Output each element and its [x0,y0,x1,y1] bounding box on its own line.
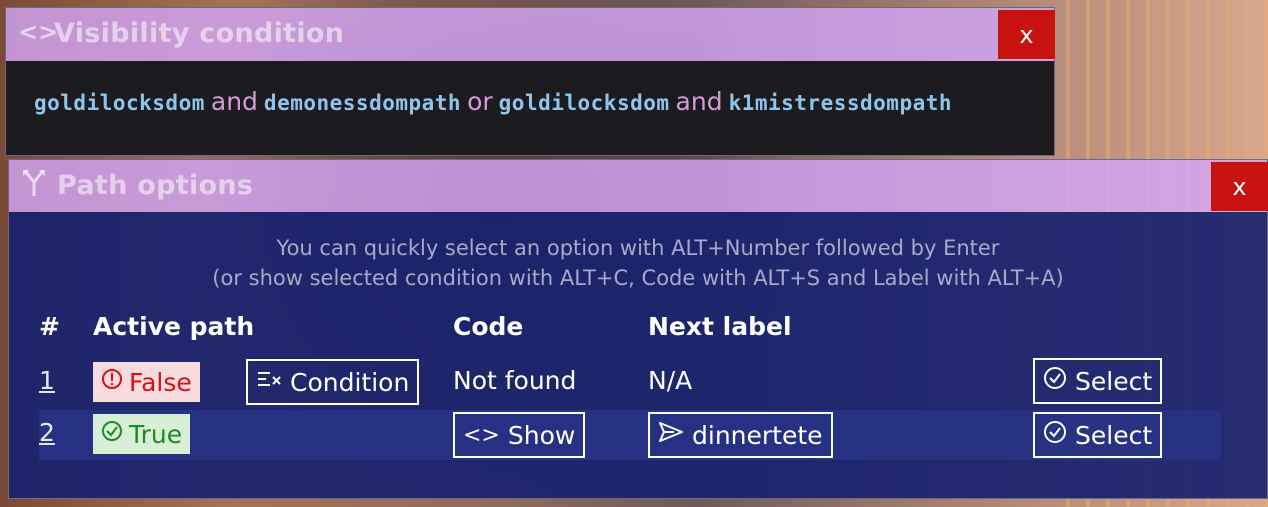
status-label: True [129,419,183,449]
filter-condition-icon [256,369,282,395]
column-header-next-label: Next label [648,312,792,341]
select-button-label: Select [1075,420,1153,450]
select-button-label: Select [1075,366,1153,396]
condition-operator: and [675,87,723,116]
visibility-condition-window: <> Visibility condition x goldilocksdom a… [5,7,1055,156]
show-code-button[interactable]: <> Show [453,412,586,458]
condition-button[interactable]: Condition [246,359,420,405]
code-icon: <> [18,18,59,46]
close-button[interactable]: x [998,10,1055,59]
send-icon [658,421,684,449]
path-options-titlebar[interactable]: Path options x [9,160,1268,212]
condition-button-label: Condition [290,367,410,397]
condition-variable: goldilocksdom [498,91,670,115]
code-icon: <> [463,422,500,448]
condition-operator: and [210,87,258,116]
status-badge: False [93,362,200,402]
table-row: 2 True <> Show dinnertete Select [39,410,1221,460]
column-header-active-path: Active path [93,312,255,341]
check-circle-icon [101,420,123,448]
check-circle-icon [1043,420,1067,450]
close-button[interactable]: x [1211,162,1268,211]
condition-variable: demonessdompath [263,91,462,115]
hint-text: You can quickly select an option with AL… [276,236,1000,260]
condition-operator: or [467,87,493,116]
next-label-value: N/A [648,366,693,395]
table-row: 1 False Condition Not found N/A Select [39,358,1221,408]
column-header-number: # [39,312,60,341]
next-label-button-label: dinnertete [692,420,823,450]
next-label-button[interactable]: dinnertete [648,412,833,458]
visibility-titlebar[interactable]: <> Visibility condition x [6,8,1055,61]
show-code-button-label: Show [507,420,576,450]
path-options-window: Path options x You can quickly select an… [8,159,1268,499]
path-options-title: Path options [57,170,254,201]
alert-circle-icon [101,368,123,396]
path-options-body: You can quickly select an option with AL… [9,212,1267,498]
row-number-link[interactable]: 2 [39,418,55,447]
condition-variable: goldilocksdom [34,91,205,115]
code-value: Not found [453,366,577,395]
status-label: False [129,367,192,397]
check-circle-icon [1043,366,1067,396]
select-button[interactable]: Select [1033,412,1163,458]
condition-body: goldilocksdom and demonessdompath or goldilo… [6,61,1054,155]
visibility-title: Visibility condition [54,18,345,49]
condition-expression: goldilocksdom and demonessdompath or goldilo… [34,87,952,116]
condition-variable: k1mistressdompath [728,91,953,115]
column-header-code: Code [453,312,524,341]
fork-icon [21,168,47,205]
hint-text: (or show selected condition with ALT+C, … [212,266,1064,290]
row-number-link[interactable]: 1 [39,366,55,395]
status-badge: True [93,414,191,454]
select-button[interactable]: Select [1033,358,1163,404]
